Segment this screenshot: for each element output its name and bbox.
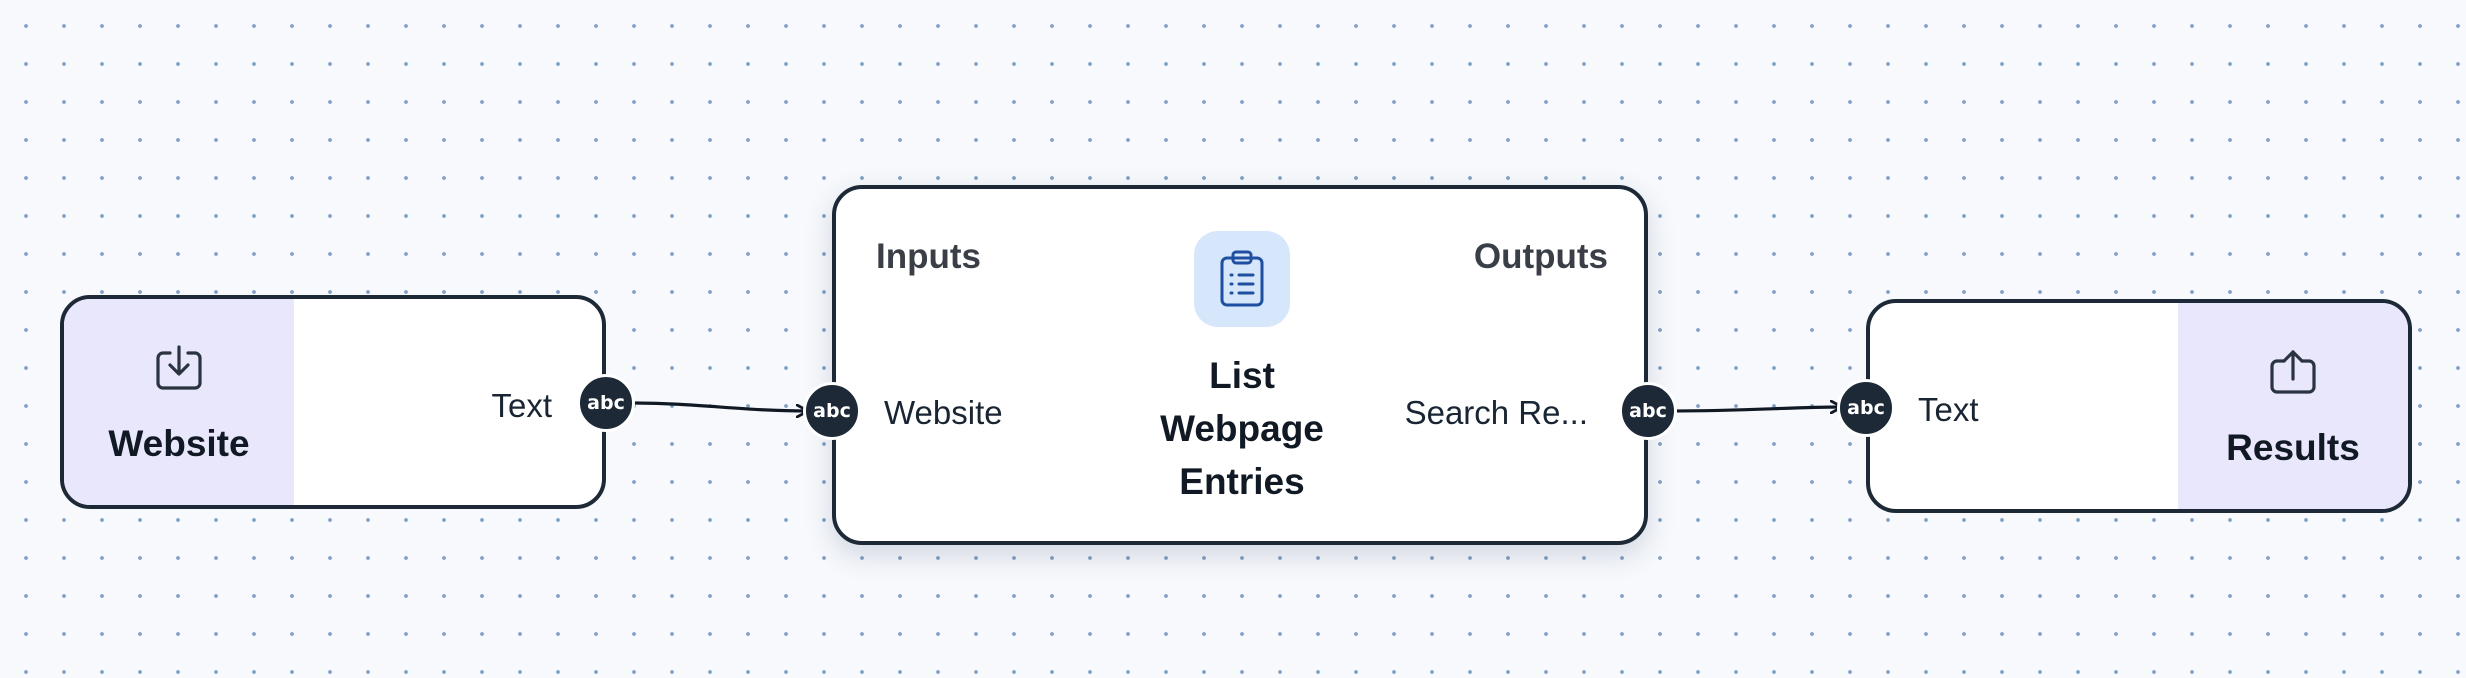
node-title-line: Entries: [1179, 461, 1305, 502]
main-node-input-label: Website: [884, 394, 1003, 431]
inputs-heading: Inputs: [876, 237, 981, 276]
outputs-heading: Outputs: [1473, 237, 1608, 276]
download-tray-icon: [156, 345, 202, 390]
edge-list-to-results[interactable]: [1669, 407, 1842, 411]
main-node-output-port[interactable]: abc: [1619, 382, 1677, 440]
input-node-output-label: Text: [491, 387, 552, 424]
clipboard-list-icon: [1220, 250, 1264, 307]
node-icon-tile: [1194, 231, 1290, 327]
output-node-input-label: Text: [1918, 391, 1979, 428]
output-node-panel: Results: [2178, 303, 2408, 509]
edge-website-to-list[interactable]: [629, 401, 808, 411]
workflow-canvas[interactable]: Website Text abc Inputs Outputs List Web…: [0, 0, 2466, 678]
input-node-output-port[interactable]: abc: [577, 374, 635, 432]
output-node-results[interactable]: abc Text Results: [1837, 299, 2412, 513]
node-title-line: List: [1209, 355, 1275, 396]
main-node-input-port[interactable]: abc: [803, 382, 861, 440]
node-title: List Webpage Entries: [1094, 349, 1390, 508]
output-node-input-port[interactable]: abc: [1837, 379, 1895, 437]
input-node-title: Website: [108, 423, 250, 464]
list-webpage-entries-node[interactable]: Inputs Outputs List Webpage Entries abc …: [803, 185, 1677, 545]
main-node-output-label: Search Re...: [1404, 394, 1588, 431]
input-node-website[interactable]: Website Text abc: [60, 295, 635, 509]
input-node-panel: Website: [64, 299, 294, 505]
node-title-line: Webpage: [1160, 408, 1324, 449]
upload-tray-icon: [2270, 350, 2316, 394]
output-node-title: Results: [2226, 427, 2360, 468]
